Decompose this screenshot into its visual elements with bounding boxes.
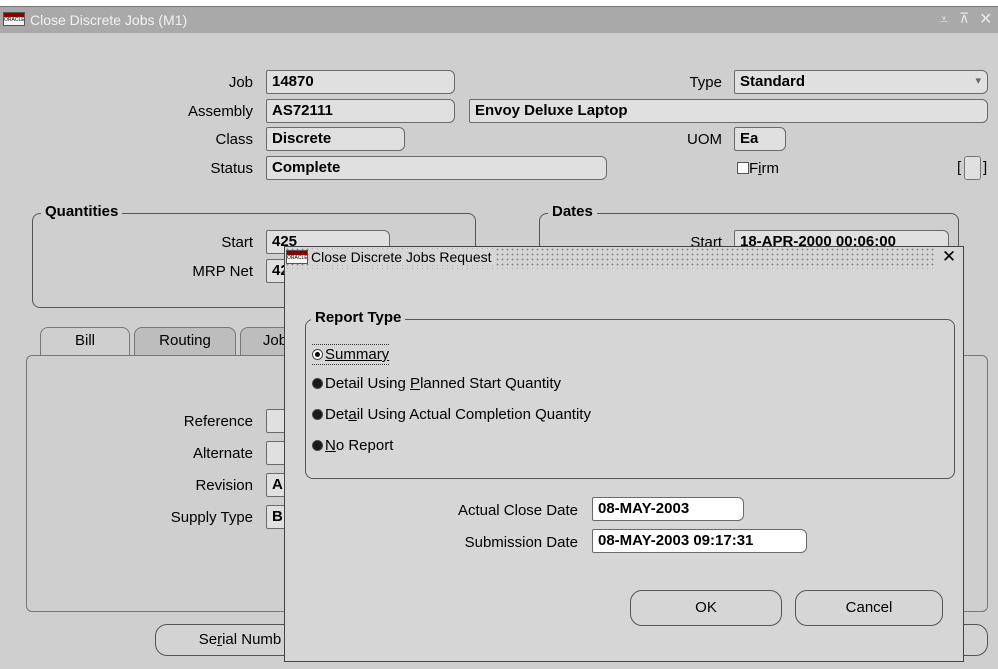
window-title: Close Discrete Jobs (M1) xyxy=(30,12,188,28)
checkbox-box[interactable] xyxy=(737,162,749,174)
class-label: Class xyxy=(215,131,253,148)
start-qty-label: Start xyxy=(221,234,253,251)
alternate-label: Alternate xyxy=(192,445,253,462)
radio-button[interactable] xyxy=(312,409,323,420)
close-jobs-request-dialog: ORACLE Close Discrete Jobs Request ✕ Rep… xyxy=(284,246,964,662)
radio-label-part: lanned Start Quantity xyxy=(420,375,561,392)
minimize-icon[interactable]: ⩡ xyxy=(940,11,948,28)
submission-date-field[interactable]: 08-MAY-2003 09:17:31 xyxy=(592,529,807,553)
status-field[interactable]: Complete xyxy=(266,156,607,180)
radio-label-part: N xyxy=(325,437,336,454)
quantities-title: Quantities xyxy=(41,203,123,220)
type-value: Standard xyxy=(740,73,806,90)
radio-label-part: Detail Using xyxy=(325,375,411,392)
descriptive-flexfield[interactable] xyxy=(964,156,981,180)
status-label: Status xyxy=(210,160,253,177)
radio-button[interactable] xyxy=(312,440,323,451)
job-label: Job xyxy=(228,74,253,91)
dialog-title: Close Discrete Jobs Request xyxy=(311,249,496,265)
class-field[interactable]: Discrete xyxy=(266,127,405,151)
firm-label-part: rm xyxy=(761,160,780,177)
oracle-logo-icon: ORACLE xyxy=(3,12,25,26)
dff-bracket-close: ] xyxy=(983,159,988,176)
radio-button[interactable] xyxy=(312,349,323,360)
job-field[interactable]: 14870 xyxy=(266,70,455,94)
uom-field[interactable]: Ea xyxy=(734,127,786,151)
radio-label-part: P xyxy=(410,375,421,392)
radio-no-report[interactable]: No Report xyxy=(312,437,393,454)
radio-label-part: ummary xyxy=(335,346,390,363)
dff-bracket-open: [ xyxy=(957,159,962,176)
tab-routing[interactable]: Routing xyxy=(134,327,236,357)
uom-label: UOM xyxy=(687,131,722,148)
assembly-label: Assembly xyxy=(187,103,253,120)
radio-summary[interactable]: Summary xyxy=(312,344,390,365)
close-icon[interactable]: ✕ xyxy=(935,247,963,269)
type-select[interactable]: Standard ▾ xyxy=(734,70,988,94)
maximize-icon[interactable]: ⊼ xyxy=(959,10,969,27)
ok-button[interactable]: OK xyxy=(630,590,782,626)
window-title-bar[interactable]: ORACLE Close Discrete Jobs (M1) ⩡ ⊼ ✕ xyxy=(0,7,998,33)
dialog-title-bar[interactable]: ORACLE Close Discrete Jobs Request ✕ xyxy=(285,247,963,269)
chevron-down-icon[interactable]: ▾ xyxy=(975,74,981,87)
firm-checkbox[interactable]: Firm xyxy=(737,160,779,177)
radio-label-part: a xyxy=(348,406,357,423)
type-label: Type xyxy=(689,74,722,91)
radio-detail-actual[interactable]: Detail Using Actual Completion Quantity xyxy=(312,406,591,423)
radio-label-part: S xyxy=(325,346,336,363)
oracle-logo-icon: ORACLE xyxy=(286,250,308,264)
mrp-net-label: MRP Net xyxy=(192,263,253,280)
reference-label: Reference xyxy=(183,413,253,430)
report-type-title: Report Type xyxy=(311,309,406,326)
tab-bill[interactable]: Bill xyxy=(40,327,130,357)
firm-label-part: F xyxy=(749,160,759,177)
radio-detail-planned[interactable]: Detail Using Planned Start Quantity xyxy=(312,375,561,392)
radio-label-part: Det xyxy=(325,406,349,423)
close-icon[interactable]: ✕ xyxy=(979,9,992,29)
actual-close-date-field[interactable]: 08-MAY-2003 xyxy=(592,497,744,521)
actual-close-date-label: Actual Close Date xyxy=(457,502,578,519)
report-type-group xyxy=(305,319,955,479)
submission-date-label: Submission Date xyxy=(464,534,578,551)
revision-label: Revision xyxy=(195,477,253,494)
assembly-field[interactable]: AS72111 xyxy=(266,99,455,123)
radio-label-part: il Using Actual Completion Quantity xyxy=(356,406,591,423)
assembly-description-field[interactable]: Envoy Deluxe Laptop xyxy=(469,99,988,123)
button-label-part: ial Numb xyxy=(222,631,282,648)
supply-type-label: Supply Type xyxy=(170,509,253,526)
radio-button[interactable] xyxy=(312,378,323,389)
dates-title: Dates xyxy=(548,203,597,220)
cancel-button[interactable]: Cancel xyxy=(795,590,943,626)
radio-label-part: o Report xyxy=(335,437,394,454)
button-label-part: Se xyxy=(198,631,218,648)
